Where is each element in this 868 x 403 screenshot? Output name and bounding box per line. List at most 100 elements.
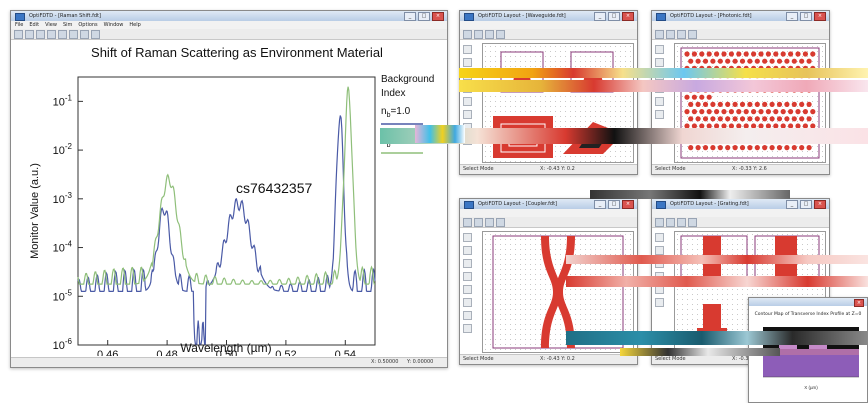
tool-icon[interactable]	[655, 45, 664, 54]
tool-icon[interactable]	[655, 29, 664, 39]
tool-icon[interactable]	[688, 29, 697, 39]
tool-icon[interactable]	[688, 217, 697, 227]
tool-icon[interactable]	[655, 233, 664, 242]
status-coords: X: -0.43 Y: 0.2	[540, 166, 575, 172]
tool-icon[interactable]	[655, 217, 664, 227]
tool-icon[interactable]	[463, 246, 472, 255]
crystal-hole	[806, 116, 812, 122]
tool-icon[interactable]	[485, 217, 494, 227]
tool-icon[interactable]	[655, 110, 664, 119]
minimize-button[interactable]: _	[786, 200, 798, 209]
tool-icon[interactable]	[463, 233, 472, 242]
crystal-hole	[773, 51, 779, 57]
tool-icon[interactable]	[463, 298, 472, 307]
tool-icon[interactable]	[666, 29, 675, 39]
crystal-hole	[691, 94, 697, 100]
crystal-hole	[739, 145, 746, 151]
tool-icon[interactable]	[655, 58, 664, 67]
tool-icon[interactable]	[485, 29, 494, 39]
close-button[interactable]: ×	[622, 200, 634, 209]
tool-icon[interactable]	[496, 217, 505, 227]
zoom-in-icon[interactable]	[69, 29, 78, 39]
crystal-hole	[688, 116, 694, 122]
tool-icon[interactable]	[474, 29, 483, 39]
layout-canvas[interactable]	[482, 43, 634, 163]
tool-icon[interactable]	[463, 285, 472, 294]
tool-icon[interactable]	[463, 97, 472, 106]
crystal-hole	[684, 109, 690, 115]
print-icon[interactable]	[47, 29, 56, 39]
maximize-button[interactable]: □	[800, 12, 812, 21]
new-file-icon[interactable]	[14, 29, 23, 39]
tool-icon[interactable]	[463, 217, 472, 227]
crystal-hole	[702, 145, 709, 151]
layout-canvas[interactable]	[674, 43, 826, 163]
tool-icon[interactable]	[463, 259, 472, 268]
maximize-button[interactable]: □	[608, 200, 620, 209]
crystal-hole	[691, 109, 697, 115]
menu-file[interactable]: File	[15, 21, 23, 29]
crystal-hole	[784, 58, 790, 64]
help-icon[interactable]	[91, 29, 100, 39]
crystal-hole	[743, 51, 749, 57]
tool-icon[interactable]	[463, 311, 472, 320]
maximize-button[interactable]: □	[418, 12, 430, 21]
minimize-button[interactable]: _	[786, 12, 798, 21]
menu-help[interactable]: Help	[129, 21, 140, 29]
crystal-hole	[732, 101, 738, 107]
crystal-hole	[776, 58, 783, 64]
crystal-hole	[728, 51, 734, 57]
tool-icon[interactable]	[463, 110, 472, 119]
crystal-hole	[769, 58, 775, 64]
tool-icon[interactable]	[655, 298, 664, 307]
undo-icon[interactable]	[58, 29, 67, 39]
menu-sim[interactable]: Sim	[63, 21, 72, 29]
tool-icon[interactable]	[655, 97, 664, 106]
glitch-strip-6	[566, 276, 868, 287]
close-button[interactable]: ×	[622, 12, 634, 21]
maximize-button[interactable]: □	[800, 200, 812, 209]
minimize-button[interactable]: _	[404, 12, 416, 21]
menu-edit[interactable]: Edit	[29, 21, 39, 29]
tool-icon[interactable]	[463, 58, 472, 67]
crystal-hole	[776, 145, 783, 151]
tool-icon[interactable]	[463, 324, 472, 333]
crystal-hole	[784, 116, 790, 122]
crystal-hole	[747, 116, 753, 122]
tool-icon[interactable]	[463, 29, 472, 39]
minimize-button[interactable]: _	[594, 200, 606, 209]
maximize-button[interactable]: □	[608, 12, 620, 21]
crystal-hole	[795, 109, 801, 115]
contour-plot: X (µm)	[763, 327, 859, 390]
status-coords: X: -0.43 Y: 0.2	[540, 356, 575, 362]
crystal-hole	[688, 145, 694, 151]
close-button[interactable]: ×	[854, 299, 864, 307]
crystal-hole	[799, 58, 805, 64]
tool-icon[interactable]	[677, 29, 686, 39]
tool-icon[interactable]	[463, 45, 472, 54]
tool-icon[interactable]	[463, 272, 472, 281]
close-button[interactable]: ×	[814, 200, 826, 209]
crystal-hole	[739, 58, 746, 64]
tool-icon[interactable]	[677, 217, 686, 227]
crystal-hole	[784, 145, 790, 151]
crystal-hole	[769, 116, 775, 122]
legend-title-2: Index	[381, 88, 405, 99]
minimize-button[interactable]: _	[594, 12, 606, 21]
menu-window[interactable]: Window	[104, 21, 124, 29]
tool-icon[interactable]	[474, 217, 483, 227]
tool-icon[interactable]	[655, 246, 664, 255]
close-button[interactable]: ×	[814, 12, 826, 21]
open-folder-icon[interactable]	[25, 29, 34, 39]
crystal-hole	[699, 109, 705, 115]
menu-view[interactable]: View	[45, 21, 57, 29]
tool-icon[interactable]	[496, 29, 505, 39]
close-button[interactable]: ×	[432, 12, 444, 21]
zoom-out-icon[interactable]	[80, 29, 89, 39]
crystal-hole	[791, 116, 797, 122]
tool-icon[interactable]	[666, 217, 675, 227]
menu-options[interactable]: Options	[78, 21, 97, 29]
crystal-hole	[695, 116, 701, 122]
save-icon[interactable]	[36, 29, 45, 39]
crystal-hole	[739, 116, 746, 122]
